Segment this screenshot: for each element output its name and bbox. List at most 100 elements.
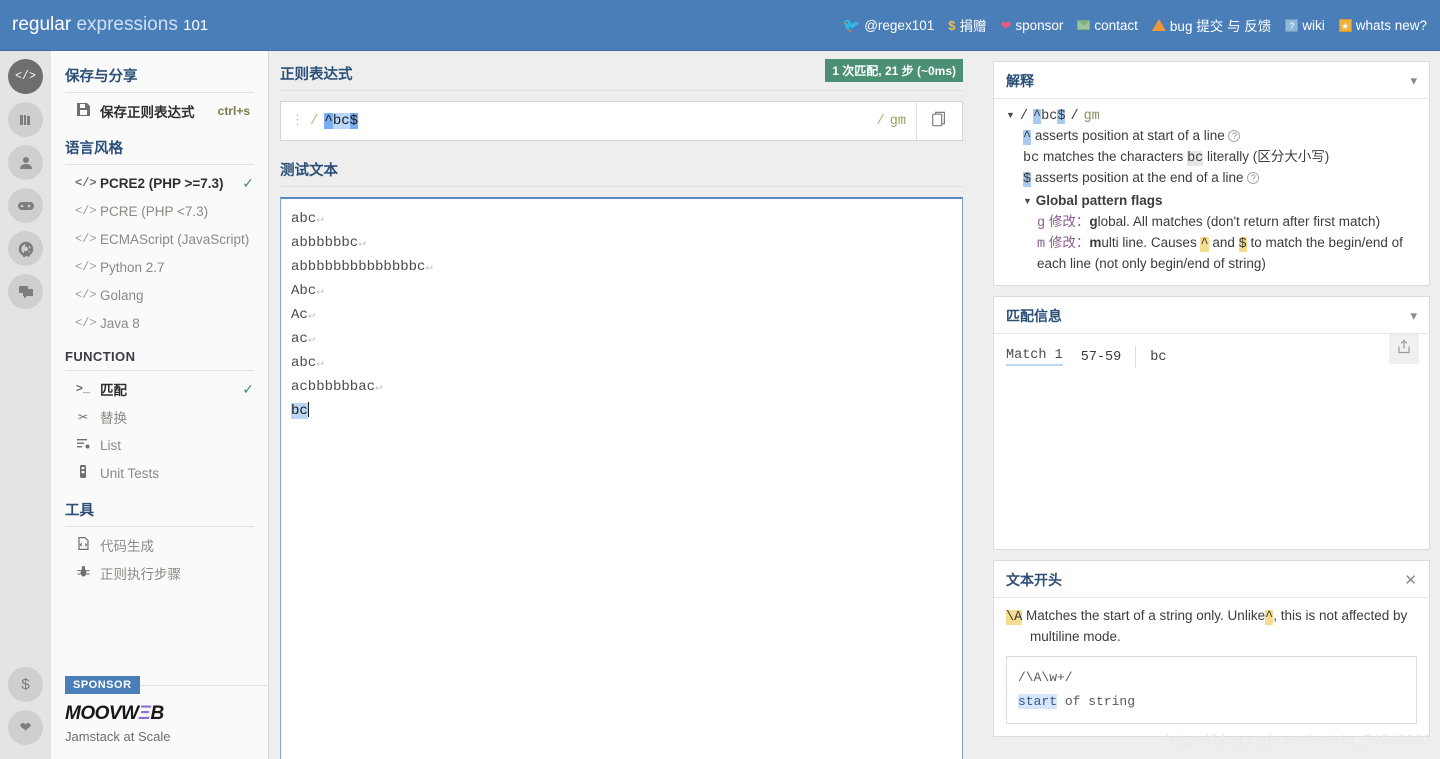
quickref-example-rest: of string xyxy=(1057,694,1136,709)
check-icon: ✓ xyxy=(242,380,254,397)
sidebar-item-function-substitution[interactable]: ✂ 替换 xyxy=(65,403,254,431)
rail-item-account[interactable] xyxy=(8,145,43,180)
flavor-label-2: ECMAScript (JavaScript) xyxy=(100,231,250,247)
flag-m-token-dollar: $ xyxy=(1238,237,1247,252)
nav-twitter[interactable]: 🐦 @regex101 xyxy=(838,15,939,36)
sidebar-item-code-generator[interactable]: 代码生成 xyxy=(65,531,254,559)
quickref-desc-1: Matches the start of a string only. Unli… xyxy=(1025,608,1266,623)
sidebar-item-flavor-pcre[interactable]: </> PCRE (PHP <7.3) xyxy=(65,197,254,225)
nav-donate-label: 捐赠 xyxy=(959,19,987,34)
test-string-editor[interactable]: abc↵ abbbbbbc↵ abbbbbbbbbbbbbbc↵ Abc↵ Ac… xyxy=(280,197,963,759)
sponsor-subtitle: Jamstack at Scale xyxy=(65,729,171,744)
flag-m-bold: m xyxy=(1089,235,1102,250)
icon-rail: </> $ ❤ xyxy=(0,51,51,759)
flag-g-name: g xyxy=(1037,216,1046,231)
tools-label-0: 代码生成 xyxy=(100,539,154,554)
sidebar-item-save-regex[interactable]: 保存正则表达式 ctrl+s xyxy=(65,97,254,125)
rail-item-library[interactable] xyxy=(8,102,43,137)
function-label-3: Unit Tests xyxy=(100,465,160,481)
regex-panel-header: 正则表达式 1 次匹配, 21 步 (~0ms) xyxy=(280,59,963,91)
center-column: 正则表达式 1 次匹配, 21 步 (~0ms) ⋮ / ^bc$ / gm 测… xyxy=(270,51,973,759)
flag-m-name: m xyxy=(1037,237,1046,252)
regex-flags[interactable]: gm xyxy=(890,114,906,129)
sponsor-logo-part-1: MOOVW xyxy=(65,703,139,724)
chevron-down-icon[interactable]: ▾ xyxy=(1410,73,1417,89)
sidebar-item-flavor-ecmascript[interactable]: </> ECMAScript (JavaScript) xyxy=(65,225,254,253)
sidebar-item-flavor-golang[interactable]: </> Golang xyxy=(65,281,254,309)
nav-bug-report[interactable]: bug 提交 与 反馈 xyxy=(1147,12,1276,38)
rail-item-settings[interactable] xyxy=(8,231,43,266)
section-flavor: 语言风格 xyxy=(65,137,254,165)
regex-flags-group[interactable]: / gm xyxy=(876,113,906,129)
quick-reference-title: 文本开头 xyxy=(1006,572,1062,588)
close-icon[interactable]: ✕ xyxy=(1404,573,1417,588)
match-row[interactable]: Match 1 57-59 bc xyxy=(1006,346,1166,368)
nav-wiki[interactable]: ? wiki xyxy=(1280,15,1330,36)
nav-donate[interactable]: $ 捐赠 xyxy=(943,12,991,38)
rail-item-gamepad[interactable] xyxy=(8,188,43,223)
bug-icon xyxy=(75,565,91,581)
test-line-text-5: ac xyxy=(291,331,308,347)
test-line-text-4: Ac xyxy=(291,307,308,323)
quick-reference-example: /\A\w+/ start of string xyxy=(1006,656,1417,724)
test-line-text-2: abbbbbbbbbbbbbbc xyxy=(291,259,426,275)
regex-panel-title: 正则表达式 xyxy=(280,67,353,83)
sidebar-item-function-list[interactable]: List xyxy=(65,431,254,459)
site-logo[interactable]: regular expressions 101 xyxy=(12,14,208,36)
explanation-row-text-0: asserts position at start of a line xyxy=(1034,128,1225,143)
help-icon[interactable]: ? xyxy=(1228,130,1241,142)
explanation-flag-g: g 修改：global. All matches (don't return a… xyxy=(1006,212,1417,233)
copy-regex-button[interactable] xyxy=(916,102,962,140)
newline-icon: ↵ xyxy=(358,236,366,250)
export-matches-button[interactable] xyxy=(1389,334,1419,364)
test-line: acbbbbbbac↵ xyxy=(291,375,952,399)
quick-reference-body: \A Matches the start of a string only. U… xyxy=(994,598,1429,736)
help-icon[interactable]: ? xyxy=(1247,172,1260,184)
flavor-label-3: Python 2.7 xyxy=(100,259,165,275)
rail-item-favorite[interactable]: ❤ xyxy=(8,710,43,745)
text-caret xyxy=(307,402,309,417)
sidebar-item-flavor-java[interactable]: </> Java 8 xyxy=(65,309,254,337)
sidebar-item-function-match[interactable]: >_ 匹配 ✓ xyxy=(65,375,254,403)
regex-input-inner[interactable]: ⋮ / ^bc$ / gm xyxy=(281,102,916,140)
explanation-row-text-after-1: literally (区分大小写) xyxy=(1207,149,1330,164)
top-bar: regular expressions 101 🐦 @regex101 $ 捐赠… xyxy=(0,0,1440,51)
account-icon xyxy=(18,155,34,171)
sidebar-item-flavor-python[interactable]: </> Python 2.7 xyxy=(65,253,254,281)
regex-input-box[interactable]: ⋮ / ^bc$ / gm xyxy=(280,101,963,141)
test-tube-icon xyxy=(75,465,91,481)
sidebar-item-flavor-pcre2[interactable]: </> PCRE2 (PHP >=7.3) ✓ xyxy=(65,169,254,197)
drag-handle-icon[interactable]: ⋮ xyxy=(291,114,304,128)
explanation-header-row[interactable]: ▼ / ^bc$ / gm xyxy=(1006,107,1417,126)
collapse-triangle-icon[interactable]: ▼ xyxy=(1023,196,1032,206)
flag-m-modifier: 修改： xyxy=(1048,235,1090,250)
regex-delimiter-left: / xyxy=(310,113,319,129)
test-line: ac↵ xyxy=(291,327,952,351)
regex-pattern[interactable]: ^bc$ xyxy=(324,113,359,129)
twitter-icon: 🐦 xyxy=(842,17,861,33)
explanation-row-text-before-1: matches the characters xyxy=(1042,149,1184,164)
explanation-card: 解释 ▾ ▼ / ^bc$ / gm ^ asserts position at… xyxy=(993,61,1430,286)
mail-icon xyxy=(1077,20,1091,30)
sidebar-item-regex-debugger[interactable]: 正则执行步骤 xyxy=(65,559,254,587)
explanation-card-header: 解释 ▾ xyxy=(994,62,1429,99)
code-icon: </> xyxy=(75,232,97,246)
nav-sponsor[interactable]: ❤ sponsor xyxy=(995,15,1068,36)
explanation-token-dollar: $ xyxy=(1057,109,1066,124)
rail-item-donate[interactable]: $ xyxy=(8,667,43,702)
sidebar-item-function-unit-tests[interactable]: Unit Tests xyxy=(65,459,254,487)
sponsor-block[interactable]: SPONSOR MOOVWΞB Jamstack at Scale xyxy=(65,676,269,744)
match-info-body: Match 1 57-59 bc xyxy=(994,334,1429,549)
rail-item-code[interactable]: </> xyxy=(8,59,43,94)
code-icon: </> xyxy=(75,316,97,330)
explanation-row-token2-1: bc xyxy=(1187,151,1204,166)
dollar-icon: $ xyxy=(948,17,956,33)
nav-contact[interactable]: contact xyxy=(1072,15,1143,36)
flag-m-text-2: and xyxy=(1212,235,1235,250)
explanation-flags-group-header[interactable]: ▼ Global pattern flags xyxy=(1006,191,1417,212)
nav-whats-new[interactable]: ★ whats new? xyxy=(1334,15,1432,36)
chevron-down-icon[interactable]: ▾ xyxy=(1410,308,1417,324)
rail-item-chat[interactable] xyxy=(8,274,43,309)
sponsor-divider xyxy=(139,684,269,686)
collapse-triangle-icon[interactable]: ▼ xyxy=(1006,106,1015,125)
